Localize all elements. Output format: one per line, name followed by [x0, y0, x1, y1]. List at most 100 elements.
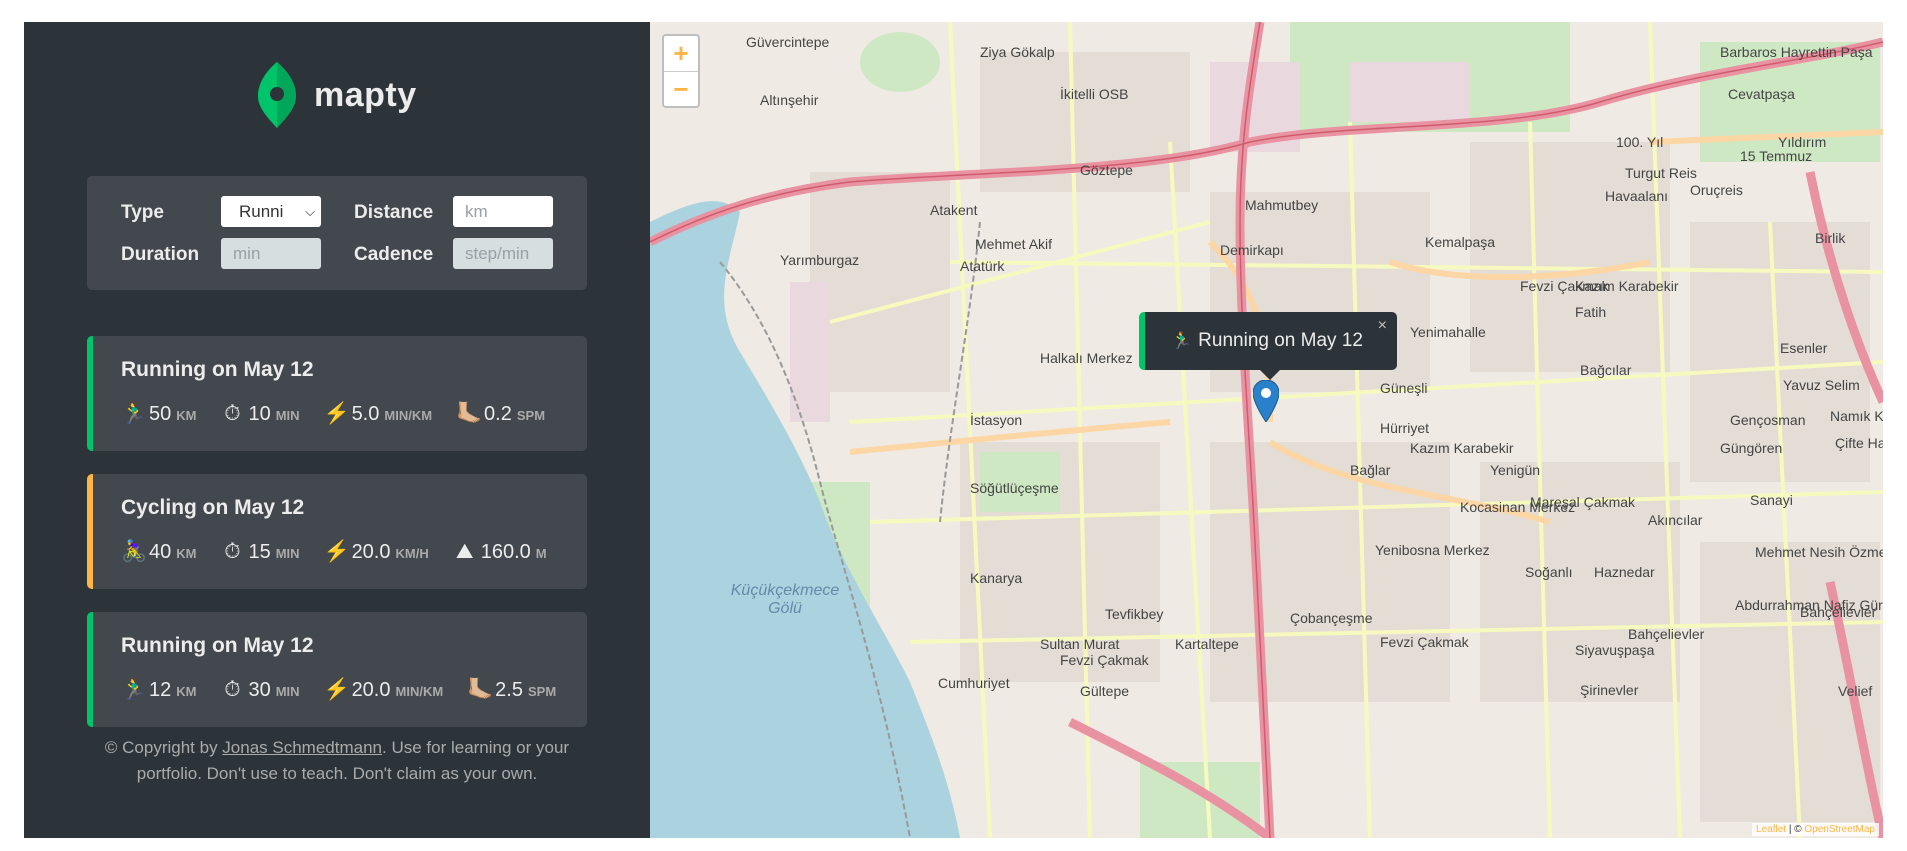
workout-elevation: ⛰ 160.0 m	[453, 540, 547, 564]
pace-value: 5.0	[351, 403, 380, 425]
map-attribution: Leaflet | © OpenStreetMap	[1752, 823, 1879, 836]
map-place-label: Halkalı Merkez	[1040, 350, 1133, 366]
map-place-label: Güvercintepe	[746, 34, 830, 50]
workout-form: Type Runni ⌵ Distance km Duration min Ca…	[87, 176, 587, 290]
map-place-label: İstasyon	[970, 412, 1023, 428]
cadence-icon: 🦶🏼	[456, 402, 483, 425]
map-place-label: Güngören	[1720, 440, 1783, 456]
zoom-control: + −	[662, 34, 700, 108]
map-place-label: Sultan Murat	[1040, 636, 1120, 652]
map-place-label: İkitelli OSB	[1060, 86, 1129, 102]
distance-value: 40	[149, 541, 172, 563]
map-place-label: 100. Yıl	[1616, 134, 1664, 150]
cadence-unit: spm	[527, 684, 557, 699]
cadence-icon: 🦶🏼	[467, 678, 494, 701]
map-place-label: Esenler	[1780, 340, 1828, 356]
distance-icon: 🏃‍♂️	[121, 678, 148, 701]
map-place-label: Tevfikbey	[1105, 606, 1164, 622]
map-place-label: Cevatpaşa	[1728, 86, 1795, 102]
pace-icon: ⚡️	[323, 678, 350, 701]
cadence-value: 0.2	[484, 403, 512, 425]
map-place-label: Turgut Reis	[1625, 165, 1697, 181]
chevron-down-icon: ⌵	[305, 203, 315, 219]
workout-title: Cycling on May 12	[121, 496, 305, 519]
distance-unit: km	[176, 546, 197, 561]
workout-type-bar	[87, 612, 93, 727]
duration-input[interactable]: min	[221, 238, 321, 269]
map-place-label: Birlik	[1815, 230, 1846, 246]
map-place-label: Yavuz Selim	[1783, 377, 1860, 393]
pace-unit: min/km	[384, 408, 433, 423]
duration-icon: ⏱	[224, 540, 241, 563]
workout-item-running[interactable]: Running on May 12 🏃‍♂️ 12 km ⏱ 30 min ⚡️ 20.0 min…	[87, 612, 587, 727]
sidebar: mapty Type Runni ⌵ Distance km Duration …	[24, 22, 650, 838]
workout-popup[interactable]: 🏃‍♂️ Running on May 12 ×	[1139, 312, 1397, 370]
workout-details: 🏃‍♂️ 50 km ⏱ 10 min ⚡️ 5.0 min/km 🦶🏼 0.2 spm	[121, 402, 569, 426]
author-link[interactable]: Jonas Schmedtmann	[222, 738, 382, 757]
map-place-label: Kanarya	[970, 570, 1023, 586]
osm-link[interactable]: OpenStreetMap	[1804, 824, 1875, 835]
logo-text: mapty	[314, 75, 417, 114]
map-place-label: Yenibosna Merkez	[1375, 542, 1490, 558]
distance-value: 12	[149, 679, 172, 701]
elevation-value: 160.0	[480, 541, 531, 563]
duration-value: 10	[248, 403, 271, 425]
cadence-value: 2.5	[495, 679, 523, 701]
map-place-label: Çifte Havuzlar	[1835, 435, 1883, 451]
map-place-label: Kemalpaşa	[1425, 234, 1496, 250]
workout-title: Running on May 12	[121, 358, 314, 381]
map-place-label: Güneşli	[1380, 380, 1428, 396]
map-place-label: Haznedar	[1594, 564, 1655, 580]
duration-icon: ⏱	[224, 678, 241, 701]
map-place-label: Fevzi Çakmak	[1380, 634, 1469, 650]
workout-distance: 🏃‍♂️ 50 km	[121, 402, 196, 426]
duration-value: 30	[248, 679, 271, 701]
workout-duration: ⏱ 30 min	[220, 678, 299, 702]
map-place-label: Kartaltepe	[1175, 636, 1239, 652]
workout-item-cycling[interactable]: Cycling on May 12 🚴‍♀️ 40 km ⏱ 15 min ⚡️ 20.0 km/…	[87, 474, 587, 589]
map-place-label: Kazım Karabekir	[1410, 440, 1514, 456]
map-place-label: Bağlar	[1350, 462, 1391, 478]
workout-cadence: 🦶🏼 2.5 spm	[467, 678, 556, 702]
elevation-unit: m	[535, 546, 547, 561]
map[interactable]: Güvercintepe Ziya Gökalp Barbaros Hayretti…	[650, 22, 1883, 838]
runner-icon: 🏃‍♂️	[1171, 331, 1193, 350]
map-marker-icon[interactable]	[1253, 380, 1279, 422]
zoom-in-button[interactable]: +	[664, 36, 698, 71]
workout-item-running[interactable]: Running on May 12 🏃‍♂️ 50 km ⏱ 10 min ⚡️ 5.0 min/…	[87, 336, 587, 451]
map-place-label: Fevzi Çakmak	[1060, 652, 1149, 668]
cadence-input[interactable]: step/min	[453, 238, 553, 269]
duration-icon: ⏱	[224, 402, 241, 425]
map-place-label: Akıncılar	[1648, 512, 1703, 528]
map-place-label: Söğütlüçeşme	[970, 480, 1059, 496]
map-tiles[interactable]	[650, 22, 1883, 838]
map-place-label: Soğanlı	[1525, 564, 1573, 580]
map-place-label: Namık Kemal	[1830, 408, 1883, 424]
copyright: © Copyright by Jonas Schmedtmann. Use fo…	[84, 735, 590, 787]
distance-label: Distance	[354, 202, 434, 223]
map-place-label: Fatih	[1575, 304, 1607, 320]
map-place-label: Yarımburgaz	[780, 252, 860, 268]
distance-value: 50	[149, 403, 172, 425]
leaflet-link[interactable]: Leaflet	[1756, 824, 1786, 835]
map-place-label: Oruçreis	[1690, 182, 1743, 198]
app: mapty Type Runni ⌵ Distance km Duration …	[24, 22, 1883, 838]
duration-label: Duration	[121, 244, 200, 265]
zoom-out-button[interactable]: −	[664, 71, 698, 106]
workout-distance: 🏃‍♂️ 12 km	[121, 678, 196, 702]
map-place-label: Çobançeşme	[1290, 610, 1373, 626]
pace-icon: ⚡️	[323, 402, 350, 425]
distance-input[interactable]: km	[453, 196, 553, 227]
map-place-label: 15 Temmuz	[1740, 148, 1813, 164]
type-select[interactable]: Runni ⌵	[221, 196, 321, 227]
map-place-label: Yenigün	[1490, 462, 1541, 478]
map-place-label: Bahçelievler	[1628, 626, 1705, 642]
close-icon[interactable]: ×	[1378, 317, 1387, 335]
distance-icon: 🏃‍♂️	[121, 402, 148, 425]
cadence-label: Cadence	[354, 244, 434, 265]
duration-unit: min	[275, 408, 300, 423]
workout-duration: ⏱ 15 min	[220, 540, 299, 564]
popup-text: Running on May 12	[1198, 330, 1363, 351]
distance-unit: km	[176, 684, 197, 699]
distance-icon: 🚴‍♀️	[121, 540, 148, 563]
